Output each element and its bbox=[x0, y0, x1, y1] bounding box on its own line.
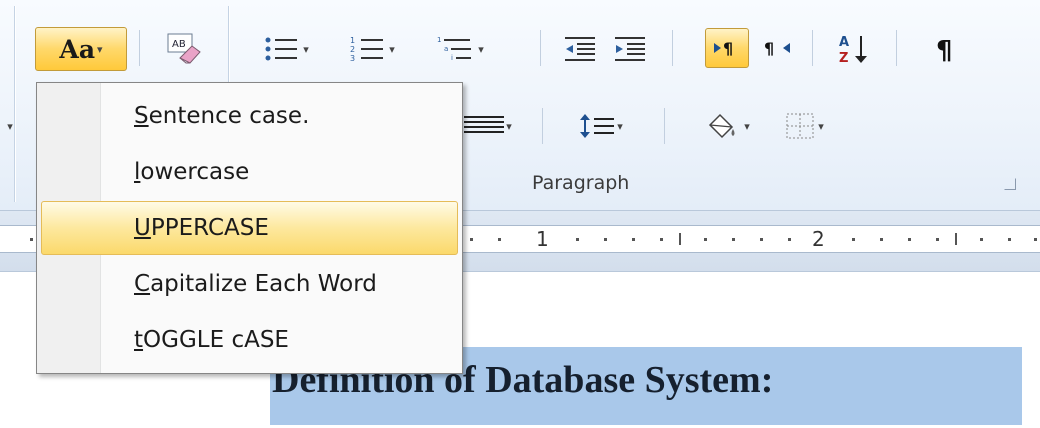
menu-item-sentence-case[interactable]: Sentence case. bbox=[41, 89, 458, 143]
chevron-down-icon: ▾ bbox=[389, 42, 395, 56]
paragraph-group-label: Paragraph bbox=[532, 172, 630, 194]
border-icon bbox=[786, 113, 814, 139]
ruler-mark bbox=[732, 238, 735, 241]
rtl-paragraph-icon: ¶ bbox=[764, 39, 790, 58]
justify-icon bbox=[464, 116, 505, 133]
svg-text:A: A bbox=[839, 35, 849, 50]
menu-item-accelerator: t bbox=[134, 327, 144, 353]
ruler-mark bbox=[1034, 238, 1037, 241]
numbered-list-icon: 1 2 3 bbox=[350, 36, 384, 63]
svg-text:AB: AB bbox=[172, 39, 186, 50]
show-hide-button[interactable]: ¶ bbox=[920, 27, 972, 71]
svg-text:a: a bbox=[444, 45, 448, 53]
multilevel-list-button[interactable]: 1 a i ▾ bbox=[422, 27, 498, 71]
ruler-mark bbox=[980, 238, 983, 241]
decrease-indent-button[interactable] bbox=[558, 27, 602, 71]
ruler-mark bbox=[936, 238, 939, 241]
decrease-indent-icon bbox=[565, 37, 595, 61]
ruler-mark bbox=[576, 238, 579, 241]
menu-item-accelerator: C bbox=[134, 271, 151, 297]
menu-item-label: entence case. bbox=[148, 103, 310, 129]
group-separator bbox=[14, 6, 15, 202]
chevron-down-icon: ▾ bbox=[478, 42, 484, 56]
separator bbox=[664, 108, 665, 144]
menu-item-label: OGGLE cASE bbox=[143, 327, 289, 353]
change-case-label: Aa bbox=[59, 34, 96, 64]
sort-az-icon: A Z bbox=[839, 35, 867, 66]
menu-item-label: PPERCASE bbox=[150, 215, 269, 241]
separator bbox=[139, 30, 140, 66]
ruler-mark bbox=[632, 238, 635, 241]
svg-text:1: 1 bbox=[350, 36, 355, 45]
menu-item-uppercase[interactable]: U PPERCASE bbox=[41, 201, 458, 255]
chevron-down-icon: ▾ bbox=[97, 42, 103, 56]
multilevel-list-icon: 1 a i bbox=[437, 36, 472, 62]
change-case-menu: Sentence case. l owercase U PPERCASE Capit… bbox=[36, 82, 463, 374]
svg-text:i: i bbox=[451, 54, 453, 62]
ruler-mark bbox=[30, 238, 33, 241]
ruler-mark bbox=[1008, 238, 1011, 241]
ltr-paragraph-icon: ¶ bbox=[714, 39, 733, 58]
menu-item-label: apitalize Each Word bbox=[150, 271, 377, 297]
chevron-down-icon: ▾ bbox=[303, 42, 309, 56]
ruler-mark bbox=[852, 238, 855, 241]
menu-item-lowercase[interactable]: l owercase bbox=[41, 145, 458, 199]
chevron-down-icon: ▾ bbox=[7, 119, 13, 133]
ruler-mark bbox=[955, 233, 957, 245]
svg-text:¶: ¶ bbox=[764, 39, 774, 58]
eraser-icon: AB bbox=[167, 33, 201, 64]
svg-text:¶: ¶ bbox=[936, 36, 953, 64]
clear-formatting-button[interactable]: AB bbox=[158, 27, 210, 71]
svg-text:1: 1 bbox=[437, 36, 441, 44]
menu-item-accelerator: U bbox=[134, 215, 151, 241]
collapsed-button[interactable]: ▾ bbox=[0, 106, 18, 146]
separator bbox=[542, 108, 543, 144]
svg-text:3: 3 bbox=[350, 54, 355, 63]
bullets-button[interactable]: ▾ bbox=[250, 27, 322, 71]
line-spacing-button[interactable]: ▾ bbox=[565, 106, 637, 146]
ruler-mark bbox=[679, 233, 681, 245]
pilcrow-icon: ¶ bbox=[936, 36, 953, 64]
right-to-left-button[interactable]: ¶ bbox=[755, 28, 799, 68]
menu-item-label: owercase bbox=[140, 159, 250, 185]
dialog-launcher-icon[interactable] bbox=[1004, 178, 1016, 190]
bullet-list-icon bbox=[265, 37, 298, 61]
ruler-mark bbox=[660, 238, 663, 241]
svg-text:2: 2 bbox=[350, 45, 355, 54]
ruler-mark bbox=[760, 238, 763, 241]
svg-text:¶: ¶ bbox=[723, 39, 733, 58]
shading-button[interactable]: ▾ bbox=[688, 106, 764, 146]
ruler-mark bbox=[788, 238, 791, 241]
left-to-right-button[interactable]: ¶ bbox=[705, 28, 749, 68]
ruler-number: 2 bbox=[812, 227, 825, 251]
menu-item-accelerator: S bbox=[134, 103, 149, 129]
svg-text:Z: Z bbox=[839, 51, 848, 66]
menu-item-capitalize-each-word[interactable]: Capitalize Each Word bbox=[41, 257, 458, 311]
ruler-mark bbox=[704, 238, 707, 241]
separator bbox=[672, 30, 673, 66]
chevron-down-icon: ▾ bbox=[818, 119, 824, 133]
chevron-down-icon: ▾ bbox=[506, 119, 512, 133]
ruler-mark bbox=[498, 238, 501, 241]
line-spacing-icon bbox=[580, 114, 615, 138]
separator bbox=[812, 30, 813, 66]
ruler-mark bbox=[470, 238, 473, 241]
increase-indent-button[interactable] bbox=[608, 27, 652, 71]
ruler-mark bbox=[880, 238, 883, 241]
borders-button[interactable]: ▾ bbox=[772, 106, 836, 146]
increase-indent-icon bbox=[615, 37, 645, 61]
ruler-mark bbox=[604, 238, 607, 241]
separator bbox=[896, 30, 897, 66]
change-case-button[interactable]: Aa ▾ bbox=[35, 27, 127, 71]
menu-item-toggle-case[interactable]: t OGGLE cASE bbox=[41, 313, 458, 367]
ruler-number: 1 bbox=[536, 227, 549, 251]
paint-bucket-icon bbox=[709, 113, 735, 139]
ruler-mark bbox=[908, 238, 911, 241]
chevron-down-icon: ▾ bbox=[617, 119, 623, 133]
separator bbox=[540, 30, 541, 66]
sort-button[interactable]: A Z bbox=[828, 27, 880, 71]
chevron-down-icon: ▾ bbox=[744, 119, 750, 133]
numbering-button[interactable]: 1 2 3 ▾ bbox=[336, 27, 408, 71]
